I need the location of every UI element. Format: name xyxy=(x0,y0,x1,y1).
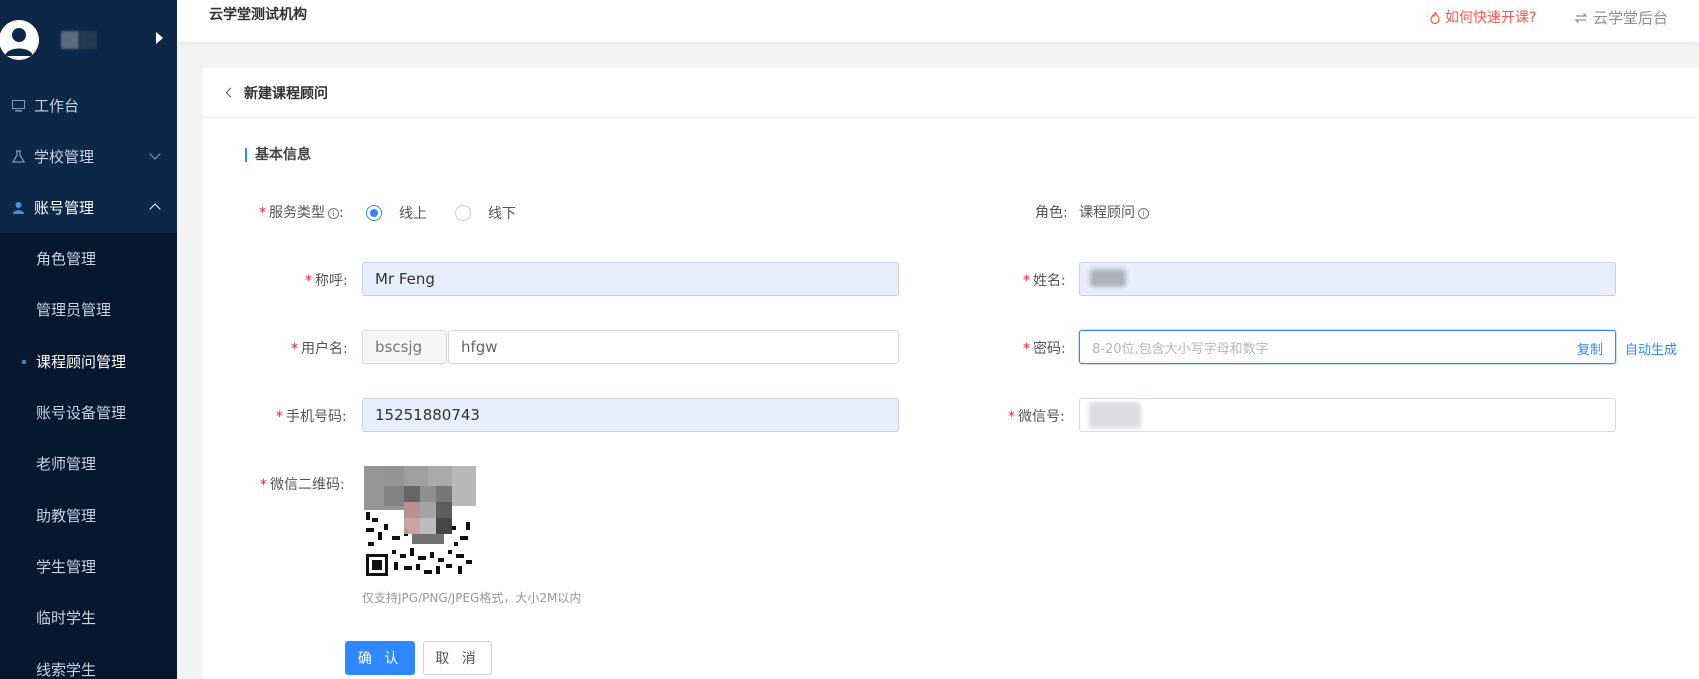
sidebar-item-school[interactable]: 学校管理 xyxy=(0,131,177,182)
username-input[interactable]: hfgw xyxy=(448,330,899,364)
cancel-button[interactable]: 取 消 xyxy=(423,641,492,675)
service-type-offline-radio[interactable]: 线下 xyxy=(455,203,516,223)
user-name-redacted xyxy=(61,31,79,49)
sidebar-item-lead-students[interactable]: 线索学生 xyxy=(0,643,177,679)
switch-icon xyxy=(1573,12,1589,24)
copy-password-button[interactable]: 复制 xyxy=(1577,339,1603,358)
wechat-label: * 微信号: xyxy=(1008,409,1065,425)
user-name-redacted-2 xyxy=(79,31,97,49)
name-redacted xyxy=(1090,269,1126,287)
sidebar-item-label: 工作台 xyxy=(34,97,80,115)
top-header: 云学堂测试机构 如何快速开课? 云学堂后台 xyxy=(177,0,1699,42)
username-label: * 用户名: xyxy=(291,341,348,357)
service-type-label: * 服务类型 i: xyxy=(259,205,344,221)
password-placeholder: 8-20位,包含大小写字母和数字 xyxy=(1092,341,1269,357)
qr-upload-hint: 仅支持JPG/PNG/JPEG格式，大小2M以内 xyxy=(362,591,582,605)
chevron-down-icon xyxy=(149,148,161,160)
sidebar: 工作台 学校管理 账号管理 角色管理 管理员管理 课程顾问管理 账号设备管理 老… xyxy=(0,0,177,679)
sidebar-item-dashboard[interactable]: 工作台 xyxy=(0,80,177,131)
phone-label: * 手机号码: xyxy=(276,409,347,425)
chevron-up-icon xyxy=(149,203,161,215)
radio-unselected-icon xyxy=(455,205,471,221)
nickname-label: * 称呼: xyxy=(305,273,348,289)
wechat-redacted xyxy=(1089,402,1141,428)
name-input[interactable] xyxy=(1079,262,1616,296)
help-link-label: 如何快速开课? xyxy=(1445,10,1537,26)
radio-selected-icon xyxy=(366,205,382,221)
wechat-qr-upload[interactable] xyxy=(364,466,476,578)
radio-label-online: 线上 xyxy=(399,206,427,222)
info-icon[interactable]: i xyxy=(1138,208,1149,219)
role-value: 课程顾问 i xyxy=(1079,202,1149,222)
page-header: 新建课程顾问 xyxy=(203,68,1699,118)
expand-profile-icon[interactable] xyxy=(156,32,163,44)
user-avatar-icon xyxy=(5,28,33,56)
wechat-input[interactable] xyxy=(1079,398,1616,432)
password-label: * 密码: xyxy=(1023,341,1066,357)
sidebar-item-label: 学校管理 xyxy=(34,148,95,166)
user-profile[interactable] xyxy=(0,0,177,80)
sidebar-item-devices[interactable]: 账号设备管理 xyxy=(0,387,177,438)
help-link[interactable]: 如何快速开课? xyxy=(1429,7,1536,27)
sidebar-item-label: 账号管理 xyxy=(34,199,95,217)
sidebar-item-accounts[interactable]: 账号管理 xyxy=(0,182,177,233)
service-type-online-radio[interactable]: 线上 xyxy=(366,203,427,223)
sidebar-item-roles[interactable]: 角色管理 xyxy=(0,233,177,284)
sidebar-item-teachers[interactable]: 老师管理 xyxy=(0,438,177,489)
sidebar-item-course-advisors[interactable]: 课程顾问管理 xyxy=(0,336,177,387)
qr-code-image xyxy=(364,466,476,578)
flame-icon xyxy=(1429,11,1441,24)
phone-input[interactable]: 15251880743 xyxy=(362,398,899,432)
auto-generate-password-button[interactable]: 自动生成 xyxy=(1625,339,1677,358)
sidebar-item-students[interactable]: 学生管理 xyxy=(0,541,177,592)
form-card: 新建课程顾问 基本信息 xyxy=(203,68,1699,679)
info-icon[interactable]: i xyxy=(328,208,339,219)
avatar[interactable] xyxy=(0,20,39,60)
wechat-qr-label: * 微信二维码: xyxy=(260,477,345,493)
role-label: 角色: xyxy=(1035,205,1068,221)
name-label: * 姓名: xyxy=(1023,273,1066,289)
backend-link-label: 云学堂后台 xyxy=(1593,9,1669,27)
backend-link[interactable]: 云学堂后台 xyxy=(1573,7,1668,28)
sidebar-item-temp-students[interactable]: 临时学生 xyxy=(0,592,177,643)
password-input[interactable]: 8-20位,包含大小写字母和数字 复制 xyxy=(1079,330,1616,364)
flask-icon xyxy=(11,150,25,164)
sidebar-submenu: 角色管理 管理员管理 课程顾问管理 账号设备管理 老师管理 助教管理 学生管理 … xyxy=(0,233,177,679)
nickname-input[interactable]: Mr Feng xyxy=(362,262,899,296)
confirm-button[interactable]: 确 认 xyxy=(345,641,415,675)
org-name: 云学堂测试机构 xyxy=(209,7,307,23)
sidebar-item-admins[interactable]: 管理员管理 xyxy=(0,284,177,335)
dashboard-icon xyxy=(11,99,25,113)
sidebar-item-assistants[interactable]: 助教管理 xyxy=(0,489,177,540)
page-title: 新建课程顾问 xyxy=(244,85,328,102)
section-title: 基本信息 xyxy=(245,148,311,162)
user-icon xyxy=(11,201,25,215)
username-prefix: bscsjg xyxy=(362,330,447,364)
radio-label-offline: 线下 xyxy=(488,206,516,222)
back-icon[interactable] xyxy=(225,87,236,98)
